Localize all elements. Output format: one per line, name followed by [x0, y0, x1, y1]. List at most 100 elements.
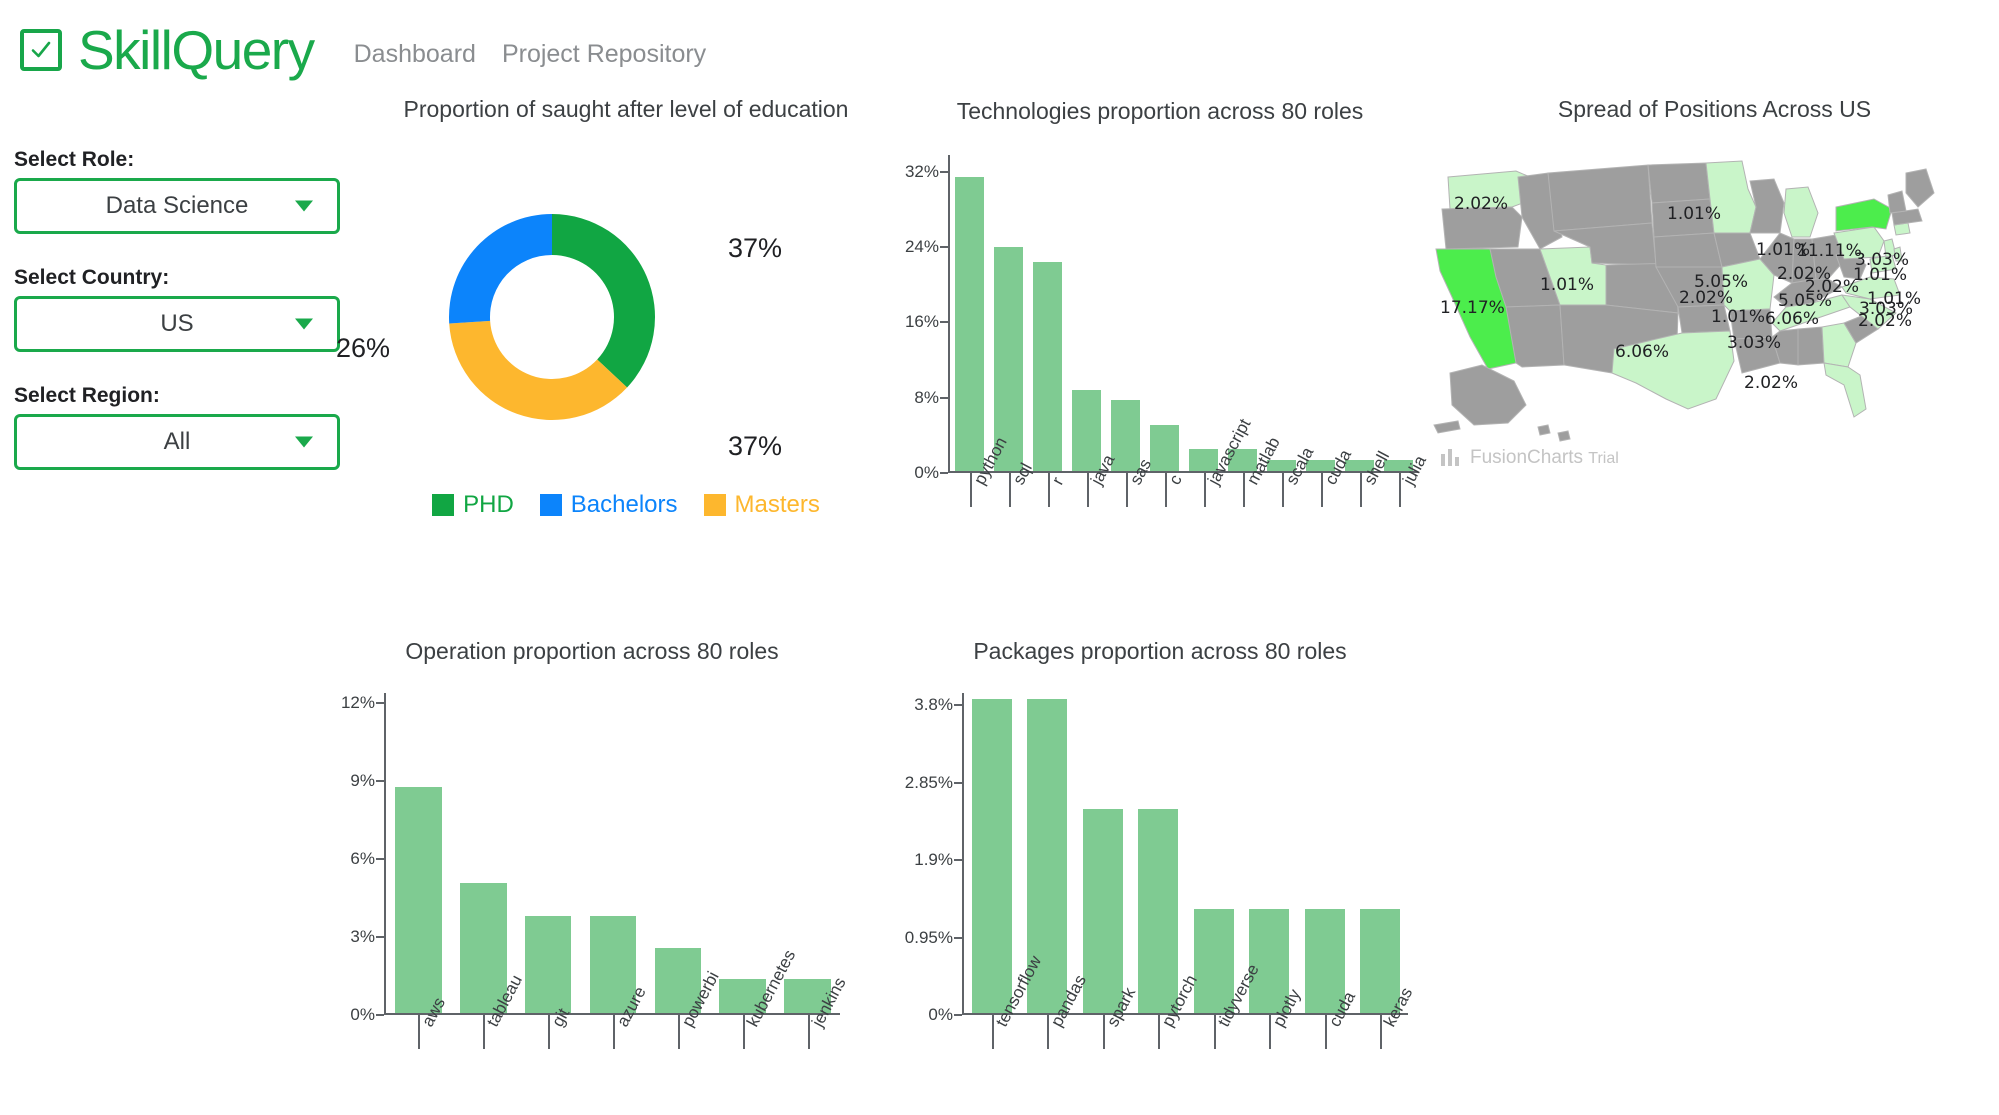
- donut-slice-masters[interactable]: [449, 320, 628, 420]
- donut-slice-label-bachelors: 26%: [336, 333, 391, 363]
- bar-cell: [1297, 693, 1353, 1013]
- bar-cell: [451, 693, 516, 1013]
- x-label-cell: tidyverse: [1186, 961, 1262, 1105]
- bar-cell: [1301, 155, 1340, 471]
- y-axis-tick: 6%: [350, 849, 384, 869]
- legend-item-phd[interactable]: PHD: [432, 491, 514, 519]
- x-label-cell: sql: [989, 460, 1035, 563]
- checkbox-check-icon: [20, 29, 62, 71]
- legend-item-bachelors[interactable]: Bachelors: [539, 491, 678, 519]
- bar-cell: [1262, 155, 1301, 471]
- operation-bar-plot: aws tableau git azure powerbi kubernetes jenki…: [341, 693, 849, 1049]
- state-florida: [1823, 362, 1867, 418]
- x-label-cell: powerbi: [645, 968, 723, 1105]
- x-axis-labels: aws tableau git azure powerbi kubernetes jenki…: [386, 947, 849, 1105]
- y-axis-tick: 3.8%: [914, 695, 962, 715]
- country-select-value: US: [160, 310, 194, 337]
- state-hawaii-2: [1557, 430, 1571, 442]
- technologies-bar-chart: Technologies proportion across 80 roles …: [900, 98, 1429, 507]
- map-state-value: 1.01%: [1853, 265, 1908, 285]
- x-label-cell: java: [1067, 451, 1118, 563]
- x-label-cell: azure: [581, 983, 650, 1105]
- legend-swatch-phd: [432, 494, 455, 516]
- packages-bar-plot: tensorflow pandas spark pytorch tidyverse plo…: [905, 693, 1417, 1049]
- bar-cell: [1075, 693, 1131, 1013]
- x-label-cell: plotly: [1242, 986, 1305, 1105]
- filter-country: Select Country: US: [14, 266, 344, 352]
- x-label-cell: javascript: [1184, 416, 1254, 563]
- x-axis-labels: python sql r java sas c javascript matlab scala c…: [950, 416, 1429, 563]
- x-label-cell: cuda: [1301, 446, 1355, 563]
- x-label-cell: cuda: [1297, 988, 1359, 1105]
- y-axis-tick: 0%: [350, 1005, 384, 1025]
- bar-tensorflow[interactable]: [971, 699, 1012, 1013]
- y-axis-tick: 2.85%: [905, 773, 962, 793]
- legend-item-masters[interactable]: Masters: [703, 491, 820, 519]
- map-state-value: 1.01%: [1540, 275, 1595, 295]
- legend-label-bachelors: Bachelors: [570, 491, 678, 518]
- region-select[interactable]: All: [14, 414, 340, 470]
- state-alaska-islands: [1433, 420, 1461, 434]
- donut-slice-bachelors[interactable]: [449, 214, 552, 324]
- map-state-value: 1.01%: [1711, 307, 1766, 327]
- country-select[interactable]: US: [14, 296, 340, 352]
- x-label-cell: r: [1028, 473, 1067, 563]
- state-hawaii: [1537, 424, 1551, 436]
- y-axis-tick: 3%: [350, 927, 384, 947]
- bar-aws[interactable]: [395, 787, 442, 1013]
- x-label-cell: tableau: [451, 972, 526, 1105]
- nav-item-project-repository[interactable]: Project Repository: [502, 40, 706, 69]
- bar-cell: [386, 693, 451, 1013]
- education-donut-legend: PHD Bachelors Masters: [356, 491, 896, 519]
- legend-swatch-masters: [703, 494, 726, 516]
- bar-pytorch[interactable]: [1138, 809, 1179, 1013]
- x-label-cell: shell: [1340, 448, 1393, 563]
- packages-bar-title: Packages proportion across 80 roles: [973, 638, 1347, 664]
- role-select[interactable]: Data Science: [14, 178, 340, 234]
- filter-role-label: Select Role:: [14, 148, 135, 171]
- chevron-down-icon: [295, 436, 313, 448]
- role-select-value: Data Science: [105, 192, 249, 219]
- operation-bar-title: Operation proportion across 80 roles: [405, 638, 779, 664]
- bar-python[interactable]: [955, 176, 984, 471]
- x-label-cell: jenkins: [775, 974, 849, 1105]
- bar-cell: [1067, 155, 1106, 471]
- map-state-value: 17.17%: [1440, 298, 1505, 318]
- map-state-value: 3.03%: [1727, 333, 1782, 353]
- bar-r[interactable]: [1033, 262, 1062, 471]
- education-donut-chart: Proportion of saught after level of educ…: [336, 96, 896, 519]
- bar-chart-icon: [1441, 449, 1459, 466]
- x-label-cell: git: [516, 1005, 581, 1105]
- bars-container: [950, 155, 1418, 471]
- legend-label-masters: Masters: [734, 491, 820, 518]
- filter-role: Select Role: Data Science: [14, 148, 344, 234]
- region-select-value: All: [163, 428, 191, 455]
- donut-slice-label-masters: 37%: [728, 431, 783, 461]
- bar-cell: [581, 693, 646, 1013]
- y-axis-tick: 9%: [350, 771, 384, 791]
- brand-logo[interactable]: SkillQuery: [20, 18, 315, 82]
- y-axis-tick: 24%: [905, 237, 948, 257]
- state-new-york: [1835, 198, 1893, 232]
- nav-item-dashboard[interactable]: Dashboard: [354, 40, 476, 69]
- bar-cell: [950, 155, 989, 471]
- chevron-down-icon: [295, 318, 313, 330]
- map-state-value: 11.11%: [1797, 241, 1862, 261]
- map-state-value: 6.06%: [1615, 342, 1670, 362]
- x-label-cell: pytorch: [1131, 972, 1201, 1105]
- app-header: SkillQuery Dashboard Project Repository: [0, 0, 1999, 100]
- map-state-value: 2.02%: [1858, 311, 1913, 331]
- donut-slice-phd[interactable]: [552, 214, 655, 388]
- bar-cell: [645, 693, 710, 1013]
- x-label-cell: kubernetes: [710, 947, 799, 1105]
- legend-label-phd: PHD: [463, 491, 514, 518]
- x-label-cell: julia: [1379, 452, 1429, 563]
- bar-git[interactable]: [524, 915, 572, 1013]
- bar-cell: [1131, 693, 1187, 1013]
- education-donut-plot: 37% 37% 26%: [336, 149, 896, 479]
- technologies-bar-plot: python sql r java sas c javascript matlab scala c…: [905, 155, 1429, 507]
- watermark-text: FusionCharts Trial: [1470, 447, 1619, 469]
- map-state-value: 2.02%: [1744, 373, 1799, 393]
- bar-cell: [964, 693, 1020, 1013]
- state-vermont: [1887, 190, 1907, 214]
